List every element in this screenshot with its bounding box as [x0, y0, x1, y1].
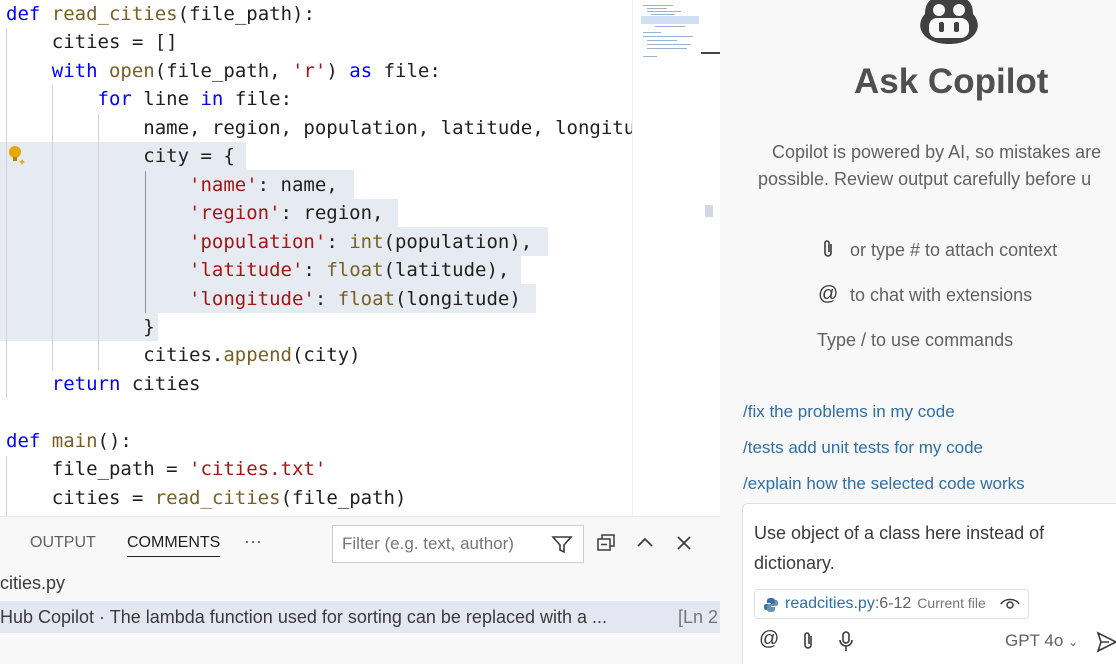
eye-icon[interactable]: [1000, 595, 1020, 611]
copilot-title: Ask Copilot: [854, 62, 1049, 101]
code-line[interactable]: return cities: [6, 370, 201, 398]
code-line[interactable]: cities.append(city): [6, 341, 360, 369]
code-line[interactable]: 'longitude': float(longitude): [6, 285, 521, 313]
chat-input-text[interactable]: Use object of a class here instead of di…: [754, 518, 1094, 578]
hint-attach-context: or type # to attach context: [850, 240, 1058, 260]
code-line[interactable]: }: [6, 313, 154, 341]
command-tests[interactable]: /tests add unit tests for my code: [743, 438, 983, 458]
chevron-down-icon: ⌄: [1068, 635, 1079, 649]
chat-input-box[interactable]: Use object of a class here instead of di…: [742, 503, 1116, 664]
model-name: GPT 4o: [1005, 631, 1064, 650]
at-icon: @: [818, 283, 839, 305]
minimap[interactable]: [632, 0, 721, 516]
send-icon[interactable]: [1095, 630, 1116, 654]
comment-filter-input[interactable]: Filter (e.g. text, author): [332, 525, 584, 563]
disclaimer-line-2: possible. Review output carefully before…: [758, 169, 1092, 189]
collapse-all-icon[interactable]: [594, 530, 618, 556]
comment-text: Hub Copilot · The lambda function used f…: [0, 607, 608, 627]
filter-placeholder: Filter (e.g. text, author): [342, 534, 514, 553]
command-fix[interactable]: /fix the problems in my code: [743, 402, 955, 422]
copilot-logo-icon: [920, 0, 978, 44]
code-line[interactable]: for line in file:: [6, 85, 293, 113]
code-line[interactable]: 'population': int(population),: [6, 228, 532, 256]
code-line[interactable]: 'region': region,: [6, 199, 383, 227]
code-line[interactable]: city = {: [6, 142, 235, 170]
context-file-chip[interactable]: readcities.py:6-12 Current file: [754, 589, 1030, 619]
code-line[interactable]: 'name': name,: [6, 171, 338, 199]
command-explain[interactable]: /explain how the selected code works: [743, 474, 1025, 494]
bottom-panel: OUTPUT COMMENTS ··· Filter (e.g. text, a…: [0, 516, 720, 664]
comment-list-item[interactable]: Hub Copilot · The lambda function used f…: [0, 601, 720, 633]
filter-icon[interactable]: [551, 535, 573, 555]
tab-output[interactable]: OUTPUT: [30, 534, 96, 552]
code-line[interactable]: file_path = 'cities.txt': [6, 455, 327, 483]
attach-paperclip-icon[interactable]: [800, 630, 816, 652]
code-line[interactable]: def read_cities(file_path):: [6, 0, 315, 28]
hint-extensions: to chat with extensions: [850, 285, 1033, 305]
code-editor[interactable]: def read_cities(file_path): cities = [] …: [0, 0, 632, 516]
more-actions-icon[interactable]: ···: [244, 531, 262, 552]
microphone-icon[interactable]: [837, 630, 855, 654]
python-file-icon: [764, 598, 778, 612]
code-line[interactable]: with open(file_path, 'r') as file:: [6, 57, 441, 85]
code-line[interactable]: cities = read_cities(file_path): [6, 484, 407, 512]
chevron-up-icon[interactable]: [633, 530, 657, 556]
close-icon[interactable]: [672, 530, 696, 556]
disclaimer-line-1: Copilot is powered by AI, so mistakes ar…: [772, 142, 1102, 162]
code-line[interactable]: def main():: [6, 427, 132, 455]
comment-position: [Ln 2: [678, 607, 719, 627]
code-line[interactable]: name, region, population, latitude, long…: [6, 114, 632, 142]
minimap-slider[interactable]: [705, 205, 713, 217]
lightbulb-sparkle-icon[interactable]: [7, 145, 29, 167]
hint-commands: Type / to use commands: [817, 330, 1014, 350]
model-picker[interactable]: GPT 4o ⌄: [1005, 631, 1078, 651]
paperclip-icon: [820, 238, 836, 266]
mention-at-icon[interactable]: @: [759, 628, 779, 651]
context-current-file-label: Current file: [917, 595, 986, 611]
context-line-range: :6-12: [874, 595, 912, 612]
code-line[interactable]: 'latitude': float(latitude),: [6, 256, 509, 284]
code-line[interactable]: cities = []: [6, 28, 178, 56]
copilot-chat-panel: Ask Copilot Copilot is powered by AI, so…: [720, 0, 1116, 664]
comment-file-name[interactable]: cities.py: [0, 573, 65, 594]
context-file-name: readcities.py: [785, 595, 875, 612]
tab-comments[interactable]: COMMENTS: [127, 534, 221, 557]
